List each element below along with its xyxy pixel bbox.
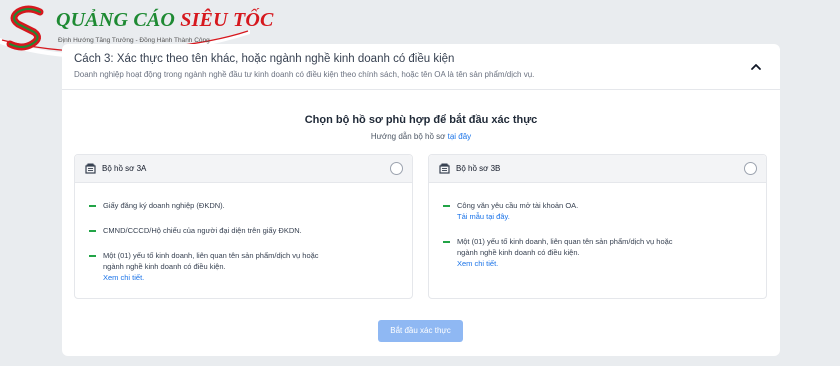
brand-name: QUẢNG CÁO SIÊU TỐC [56,9,274,31]
card-header[interactable]: Cách 3: Xác thực theo tên khác, hoặc ngà… [62,44,780,90]
download-template-link[interactable]: Tải mẫu tại đây. [457,211,578,222]
document-stack-icon [439,163,450,174]
chevron-up-icon[interactable] [750,62,762,72]
option-3b-card[interactable]: Bộ hồ sơ 3B Công văn yêu cầu mở tài khoả… [428,154,767,299]
option-header[interactable]: Bộ hồ sơ 3B [429,155,766,183]
requirement-item: Giấy đăng ký doanh nghiệp (ĐKDN). [89,201,225,210]
card-description: Doanh nghiệp hoạt động trong ngành nghề … [74,70,535,79]
option-3a-radio[interactable] [390,162,403,175]
guide-text: Hướng dẫn bộ hồ sơ tại đây [370,132,472,141]
requirement-item: Một (01) yếu tố kinh doanh, liên quan tê… [89,251,319,283]
card-title: Cách 3: Xác thực theo tên khác, hoặc ngà… [74,53,455,65]
view-details-link[interactable]: Xem chi tiết. [103,272,319,283]
option-3a-card[interactable]: Bộ hồ sơ 3A Giấy đăng ký doanh nghiệp (Đ… [74,154,413,299]
guide-link[interactable]: tại đây [448,132,472,141]
option-label: Bộ hồ sơ 3B [456,164,501,173]
option-3b-radio[interactable] [744,162,757,175]
verification-card: Cách 3: Xác thực theo tên khác, hoặc ngà… [62,44,780,356]
requirement-item: Công văn yêu cầu mở tài khoản OA. Tải mẫ… [442,201,579,222]
option-header[interactable]: Bộ hồ sơ 3A [75,155,412,183]
view-details-link[interactable]: Xem chi tiết. [457,258,673,269]
section-title: Chọn bộ hồ sơ phù hợp để bắt đầu xác thự… [304,114,538,126]
option-label: Bộ hồ sơ 3A [102,164,147,173]
brand-tagline: Định Hướng Tăng Trưởng - Đồng Hành Thành… [58,37,210,44]
requirement-item: Một (01) yếu tố kinh doanh, liên quan tê… [443,237,673,269]
requirement-item: CMND/CCCD/Hộ chiếu của người đại diện tr… [89,226,302,235]
document-stack-icon [85,163,96,174]
start-verification-button[interactable]: Bắt đầu xác thực [378,320,463,342]
